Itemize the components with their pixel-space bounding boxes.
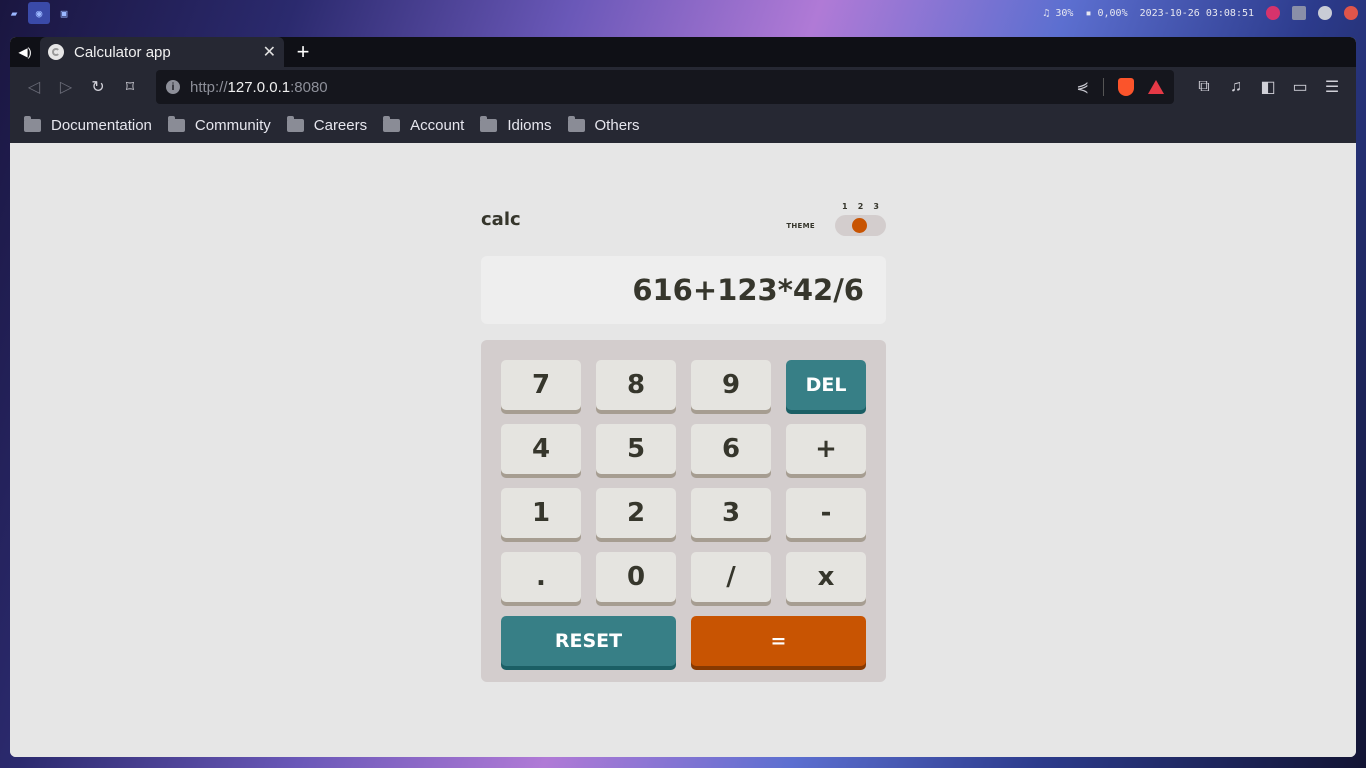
key-plus[interactable]: + (786, 424, 866, 474)
theme-toggle[interactable] (835, 215, 886, 236)
bookmark-documentation[interactable]: Documentation (24, 115, 152, 134)
bookmark-label: Community (194, 116, 271, 134)
bookmark-label: Account (410, 116, 465, 134)
audio-playing-icon[interactable]: ◀) (10, 37, 40, 67)
theme-option-3[interactable]: 3 (873, 202, 879, 211)
theme-control: THEME 1 2 3 (786, 202, 886, 236)
close-tab-icon[interactable]: ✕ (263, 42, 276, 62)
key-8[interactable]: 8 (596, 360, 676, 410)
bookmark-community[interactable]: Community (167, 115, 271, 134)
browser-window: ◀) Calculator app ✕ + ◁ ▷ ↻ ⌑ i http:// … (10, 37, 1356, 757)
bookmark-label: Documentation (51, 116, 152, 134)
url-host: 127.0.0.1 (227, 78, 291, 96)
menu-icon[interactable]: ☰ (1316, 71, 1348, 103)
workspace-browser-icon[interactable]: ◉ (28, 2, 50, 24)
bookmark-label: Idioms (507, 116, 552, 134)
brave-rewards-icon[interactable] (1148, 80, 1164, 94)
tab-bar: ◀) Calculator app ✕ + (10, 37, 1356, 67)
forward-button[interactable]: ▷ (50, 71, 82, 103)
folder-icon (167, 115, 185, 132)
theme-option-1[interactable]: 1 (842, 202, 848, 211)
reset-button[interactable]: RESET (501, 616, 676, 666)
bookmark-idioms[interactable]: Idioms (480, 115, 552, 134)
bookmark-account[interactable]: Account (383, 115, 465, 134)
tray-display-icon[interactable] (1292, 6, 1306, 20)
folder-icon (567, 115, 585, 132)
calculator-display: 616+123*42/6 (481, 256, 886, 324)
media-icon[interactable]: ♫ (1220, 71, 1252, 103)
calculator-logo: calc (481, 209, 521, 230)
key-1[interactable]: 1 (501, 488, 581, 538)
calculator: calc THEME 1 2 3 616+123*42/6 7 8 9 DEL … (481, 201, 886, 682)
extensions-icon[interactable]: ⧉ (1188, 71, 1220, 103)
folder-icon (24, 115, 41, 132)
delete-button[interactable]: DEL (786, 360, 866, 410)
brave-shields-icon[interactable] (1118, 78, 1134, 96)
key-2[interactable]: 2 (596, 488, 676, 538)
folder-icon (480, 115, 498, 132)
bookmark-label: Others (594, 116, 640, 134)
reload-button[interactable]: ↻ (82, 71, 114, 103)
site-info-icon[interactable]: i (166, 80, 180, 94)
key-6[interactable]: 6 (691, 424, 771, 474)
bookmark-icon[interactable]: ⌑ (114, 71, 146, 103)
network-value: 0,00% (1097, 7, 1128, 19)
key-7[interactable]: 7 (501, 360, 581, 410)
theme-label: THEME (786, 222, 815, 230)
key-multiply[interactable]: x (786, 552, 866, 602)
equals-button[interactable]: = (691, 616, 866, 666)
tray-updates-icon[interactable] (1344, 6, 1358, 20)
keypad: 7 8 9 DEL 4 5 6 + 1 2 3 - . 0 / x RESET … (481, 340, 886, 682)
share-icon[interactable]: ⋞ (1076, 78, 1089, 96)
tray-steam-icon[interactable] (1318, 6, 1332, 20)
volume-value: 30% (1055, 7, 1074, 19)
browser-toolbar: ◁ ▷ ↻ ⌑ i http:// 127.0.0.1 :8080 ⋞ ⧉ ♫ … (10, 67, 1356, 107)
tab-title: Calculator app (74, 43, 171, 61)
theme-switch: 1 2 3 (835, 202, 886, 236)
workspace-files-icon[interactable]: ▰ (3, 2, 25, 24)
key-5[interactable]: 5 (596, 424, 676, 474)
url-scheme: http:// (190, 78, 228, 96)
address-bar[interactable]: i http:// 127.0.0.1 :8080 ⋞ (156, 70, 1174, 104)
url-port: :8080 (290, 78, 328, 96)
key-3[interactable]: 3 (691, 488, 771, 538)
tab-calculator[interactable]: Calculator app ✕ (40, 37, 284, 67)
theme-numbers: 1 2 3 (835, 202, 886, 211)
favicon-icon (48, 44, 64, 60)
page-content: calc THEME 1 2 3 616+123*42/6 7 8 9 DEL … (10, 143, 1356, 757)
sidebar-icon[interactable]: ◧ (1252, 71, 1284, 103)
bookmarks-bar: Documentation Community Careers Account … (10, 107, 1356, 143)
key-4[interactable]: 4 (501, 424, 581, 474)
key-9[interactable]: 9 (691, 360, 771, 410)
divider (1103, 78, 1104, 96)
bookmark-others[interactable]: Others (567, 115, 640, 134)
key-0[interactable]: 0 (596, 552, 676, 602)
theme-option-2[interactable]: 2 (858, 202, 864, 211)
key-minus[interactable]: - (786, 488, 866, 538)
calculator-header: calc THEME 1 2 3 (481, 201, 886, 236)
system-bar: ▰ ◉ ▣ ♫ 30% ▪ 0,00% 2023-10-26 03:08:51 (0, 0, 1366, 26)
theme-toggle-knob[interactable] (852, 218, 867, 233)
volume-indicator[interactable]: ♫ 30% (1043, 8, 1073, 19)
keypad-grid: 7 8 9 DEL 4 5 6 + 1 2 3 - . 0 / x (501, 360, 866, 602)
tray-app-icon[interactable] (1266, 6, 1280, 20)
key-decimal[interactable]: . (501, 552, 581, 602)
keypad-bottom-row: RESET = (501, 616, 866, 666)
workspace-terminal-icon[interactable]: ▣ (53, 2, 75, 24)
folder-icon (286, 115, 304, 132)
new-tab-button[interactable]: + (288, 37, 318, 67)
network-indicator: ▪ 0,00% (1085, 7, 1128, 19)
back-button[interactable]: ◁ (18, 71, 50, 103)
clock: 2023-10-26 03:08:51 (1139, 7, 1254, 19)
wallet-icon[interactable]: ▭ (1284, 71, 1316, 103)
key-divide[interactable]: / (691, 552, 771, 602)
bookmark-label: Careers (313, 116, 368, 134)
bookmark-careers[interactable]: Careers (286, 115, 368, 134)
folder-icon (383, 115, 401, 132)
